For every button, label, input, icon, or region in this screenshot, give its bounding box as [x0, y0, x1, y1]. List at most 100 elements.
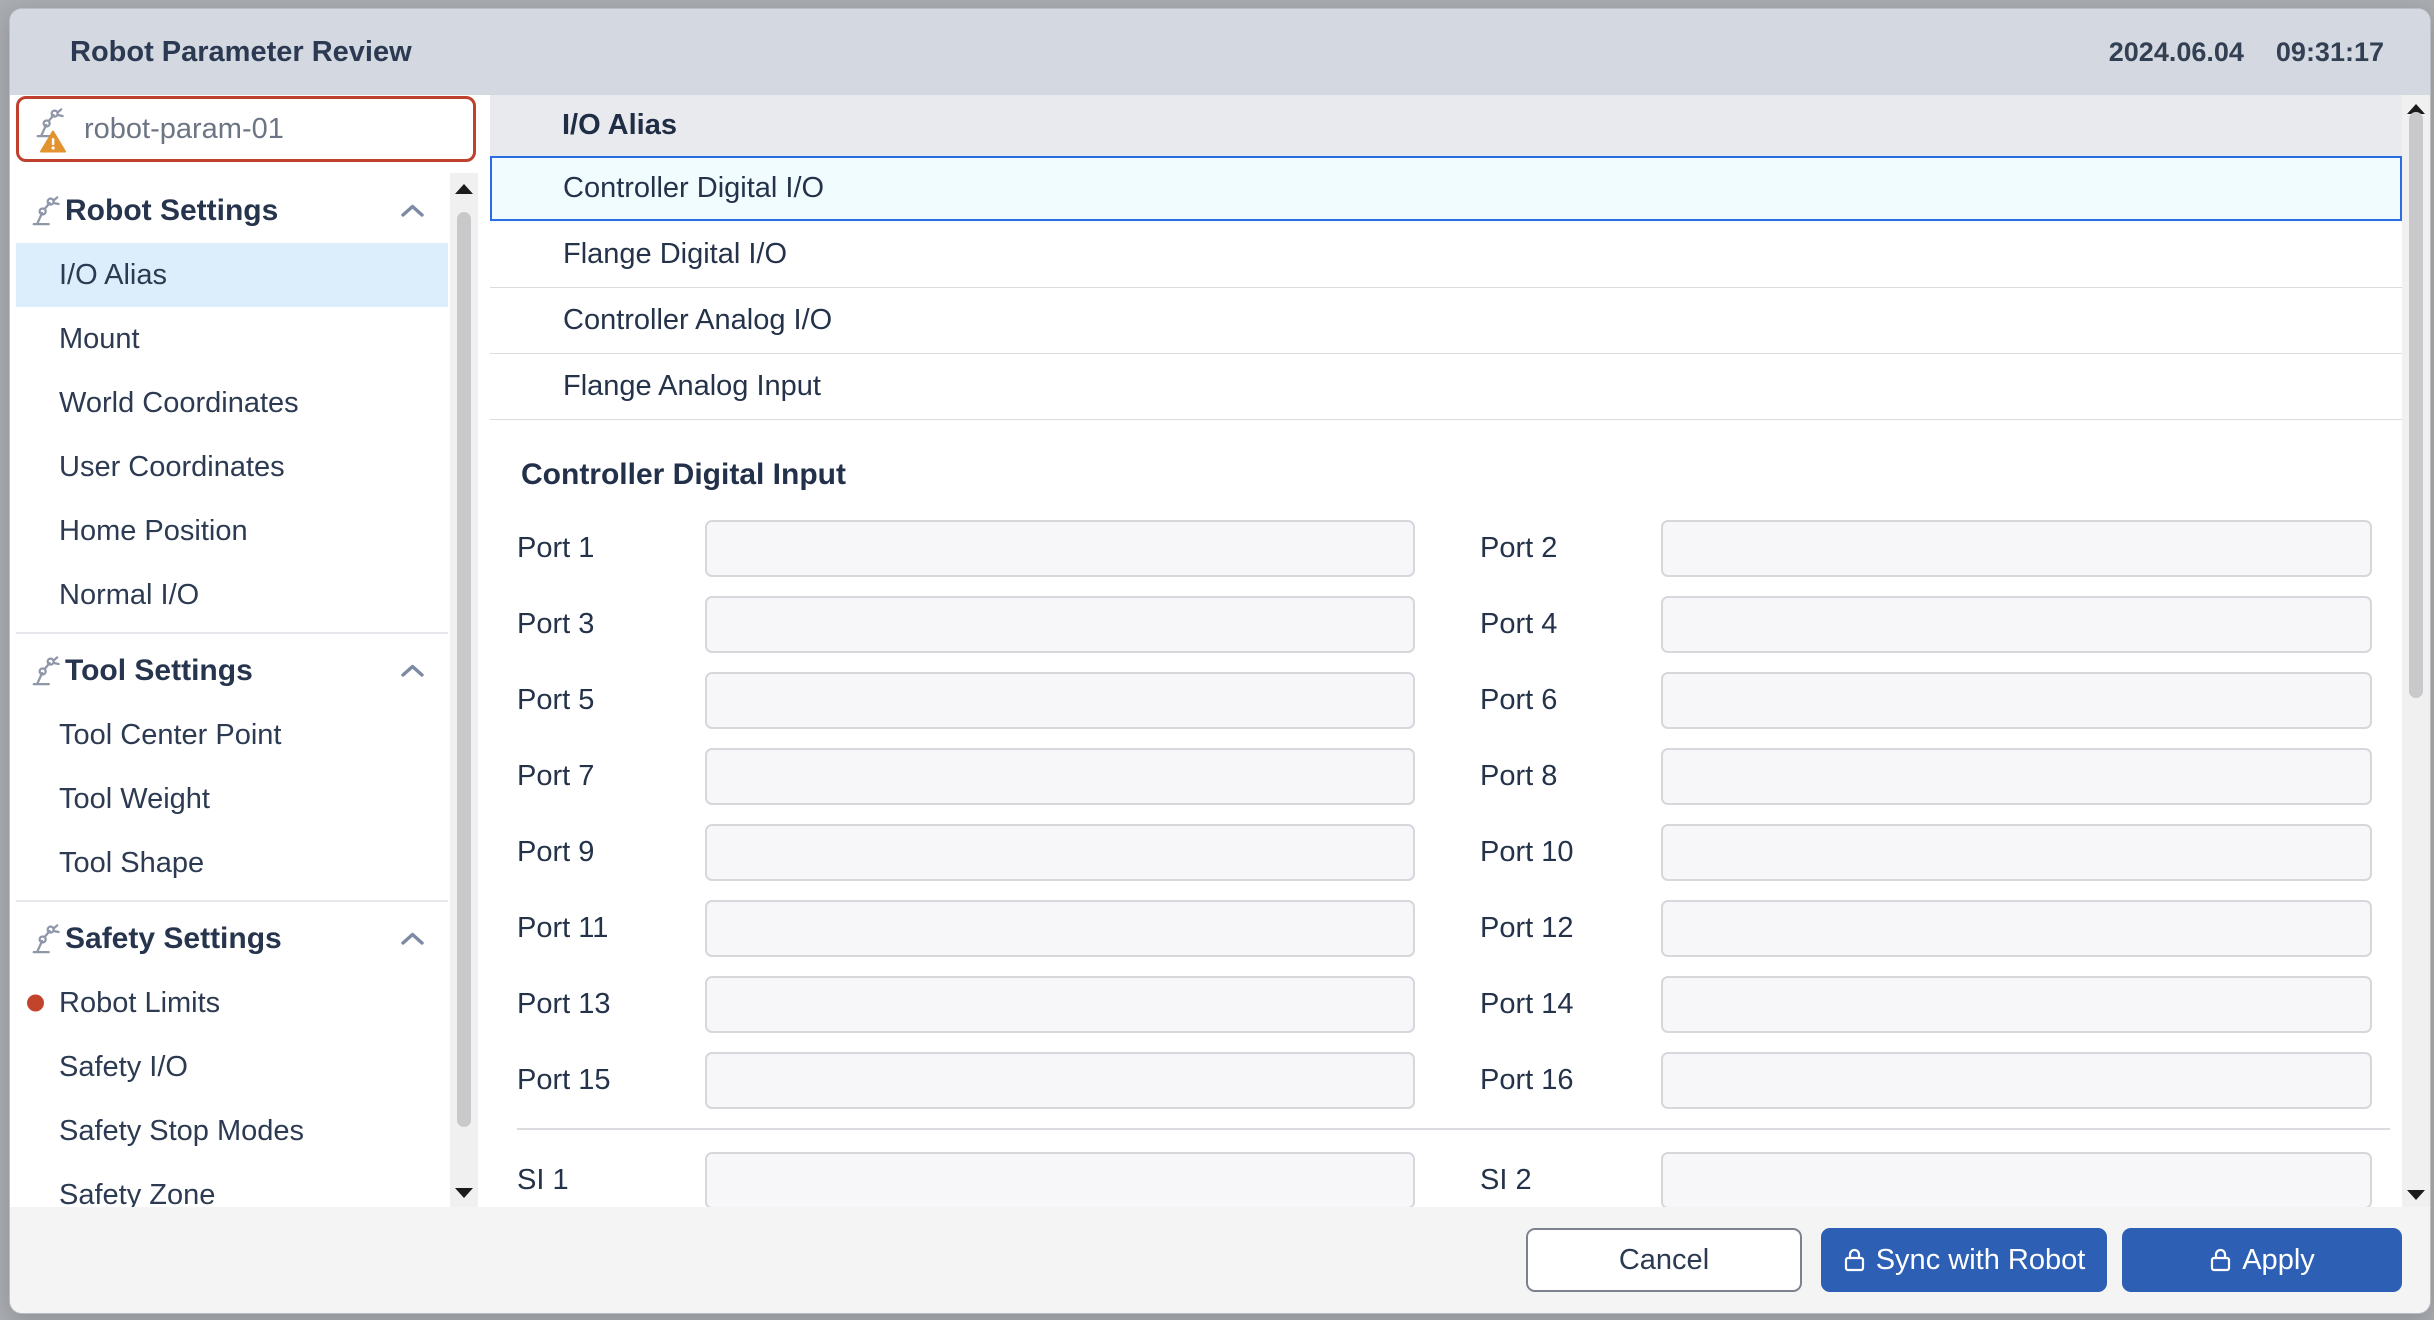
chevron-up-icon[interactable] — [399, 202, 426, 220]
sync-with-robot-button[interactable]: Sync with Robot — [1821, 1228, 2107, 1292]
input-port-16[interactable] — [1661, 1052, 2372, 1109]
apply-button[interactable]: Apply — [2122, 1228, 2402, 1292]
scroll-down-arrow-icon[interactable] — [2407, 1190, 2425, 1200]
sidebar-item-tool-weight[interactable]: Tool Weight — [16, 767, 448, 831]
section-title: Controller Digital Input — [490, 458, 2402, 492]
port-label: Port 8 — [1480, 760, 1661, 793]
window-title: Robot Parameter Review — [70, 36, 412, 69]
io-category-flange-digital-i-o[interactable]: Flange Digital I/O — [490, 222, 2402, 288]
sidebar-item-tool-center-point[interactable]: Tool Center Point — [16, 703, 448, 767]
sidebar-item-i-o-alias[interactable]: I/O Alias — [16, 243, 448, 307]
port-label: Port 16 — [1480, 1064, 1661, 1097]
io-category-label: Controller Digital I/O — [563, 172, 824, 205]
sidebar-section: Robot Settings I/O Alias Mount World Coo… — [16, 179, 448, 627]
input-port-11[interactable] — [705, 900, 1415, 957]
input-si-1[interactable] — [705, 1152, 1415, 1207]
port-row: Port 11 Port 12 — [517, 900, 2402, 957]
sidebar-section-items: I/O Alias Mount World Coordinates User C… — [16, 243, 448, 627]
datetime: 2024.06.04 09:31:17 — [2109, 37, 2384, 68]
io-category-controller-digital-i-o[interactable]: Controller Digital I/O — [490, 156, 2402, 222]
si-divider — [517, 1128, 2390, 1130]
port-row: Port 9 Port 10 — [517, 824, 2402, 881]
io-category-controller-analog-i-o[interactable]: Controller Analog I/O — [490, 288, 2402, 354]
sidebar-item-robot-limits[interactable]: Robot Limits — [16, 971, 448, 1035]
port-label: SI 2 — [1480, 1164, 1661, 1197]
io-category-list: Controller Digital I/O Flange Digital I/… — [490, 156, 2402, 420]
input-port-15[interactable] — [705, 1052, 1415, 1109]
main-scrollbar-thumb[interactable] — [2409, 112, 2423, 698]
robot-parameter-review-window: Robot Parameter Review 2024.06.04 09:31:… — [10, 9, 2430, 1313]
port-label: Port 9 — [517, 836, 705, 869]
sidebar-section-header-tool-settings[interactable]: Tool Settings — [16, 639, 448, 703]
footer-bar: Cancel Sync with Robot Apply — [10, 1207, 2430, 1313]
port-grid: Port 1 Port 2 Port 3 Port 4 Port 5 Port … — [490, 520, 2402, 1109]
sidebar-item-tool-shape[interactable]: Tool Shape — [16, 831, 448, 895]
main-scrollbar[interactable] — [2402, 95, 2430, 1207]
sidebar-section: Safety Settings Robot Limits Safety I/O … — [16, 900, 448, 1207]
port-label: Port 10 — [1480, 836, 1661, 869]
port-label: Port 11 — [517, 912, 705, 945]
robot-arm-warning-icon — [34, 107, 74, 151]
scroll-down-arrow-icon[interactable] — [455, 1188, 473, 1198]
sidebar-item-label: Tool Center Point — [16, 719, 281, 752]
param-name-input[interactable] — [82, 112, 459, 147]
cancel-button[interactable]: Cancel — [1526, 1228, 1802, 1292]
io-category-flange-analog-input[interactable]: Flange Analog Input — [490, 354, 2402, 420]
sidebar-item-label: Safety Zone — [16, 1179, 215, 1208]
sidebar-item-label: Safety I/O — [16, 1051, 188, 1084]
input-port-5[interactable] — [705, 672, 1415, 729]
robot-arm-icon — [30, 655, 60, 687]
sidebar-item-safety-zone[interactable]: Safety Zone — [16, 1163, 448, 1207]
sidebar-item-label: Home Position — [16, 515, 248, 548]
sidebar-section-items: Tool Center Point Tool Weight Tool Shape — [16, 703, 448, 895]
sidebar-item-label: I/O Alias — [16, 259, 167, 292]
apply-button-label: Apply — [2242, 1244, 2315, 1277]
input-port-4[interactable] — [1661, 596, 2372, 653]
sidebar-item-world-coordinates[interactable]: World Coordinates — [16, 371, 448, 435]
port-row: Port 13 Port 14 — [517, 976, 2402, 1033]
chevron-up-icon[interactable] — [399, 662, 426, 680]
port-label: Port 12 — [1480, 912, 1661, 945]
sidebar-section-header-robot-settings[interactable]: Robot Settings — [16, 179, 448, 243]
input-port-9[interactable] — [705, 824, 1415, 881]
sidebar-section-header-safety-settings[interactable]: Safety Settings — [16, 907, 448, 971]
sidebar-item-label: User Coordinates — [16, 451, 285, 484]
sidebar-scrollbar-thumb[interactable] — [457, 212, 471, 1127]
sidebar-item-mount[interactable]: Mount — [16, 307, 448, 371]
input-port-8[interactable] — [1661, 748, 2372, 805]
input-port-1[interactable] — [705, 520, 1415, 577]
input-port-2[interactable] — [1661, 520, 2372, 577]
robot-arm-icon — [30, 923, 60, 955]
sidebar-item-label: Mount — [16, 323, 140, 356]
panel-header-label: I/O Alias — [562, 109, 677, 142]
sidebar-scrollbar[interactable] — [450, 173, 478, 1207]
input-port-3[interactable] — [705, 596, 1415, 653]
sidebar-item-home-position[interactable]: Home Position — [16, 499, 448, 563]
port-label: Port 7 — [517, 760, 705, 793]
input-port-10[interactable] — [1661, 824, 2372, 881]
chevron-up-icon[interactable] — [399, 930, 426, 948]
port-row: Port 1 Port 2 — [517, 520, 2402, 577]
input-port-6[interactable] — [1661, 672, 2372, 729]
param-name-field[interactable] — [16, 96, 476, 162]
port-row: Port 5 Port 6 — [517, 672, 2402, 729]
input-port-12[interactable] — [1661, 900, 2372, 957]
scroll-up-arrow-icon[interactable] — [455, 184, 473, 194]
port-label: Port 2 — [1480, 532, 1661, 565]
alert-dot-icon — [27, 995, 44, 1012]
port-label: Port 14 — [1480, 988, 1661, 1021]
sidebar-item-safety-i-o[interactable]: Safety I/O — [16, 1035, 448, 1099]
input-port-14[interactable] — [1661, 976, 2372, 1033]
sidebar-item-safety-stop-modes[interactable]: Safety Stop Modes — [16, 1099, 448, 1163]
port-label: Port 6 — [1480, 684, 1661, 717]
io-category-label: Flange Analog Input — [563, 370, 821, 403]
io-category-label: Controller Analog I/O — [563, 304, 832, 337]
input-port-7[interactable] — [705, 748, 1415, 805]
sidebar-item-label: Tool Shape — [16, 847, 204, 880]
sidebar-item-user-coordinates[interactable]: User Coordinates — [16, 435, 448, 499]
input-port-13[interactable] — [705, 976, 1415, 1033]
input-si-2[interactable] — [1661, 1152, 2372, 1207]
sidebar-section-items: Robot Limits Safety I/O Safety Stop Mode… — [16, 971, 448, 1207]
sidebar-item-normal-i-o[interactable]: Normal I/O — [16, 563, 448, 627]
port-label: Port 4 — [1480, 608, 1661, 641]
